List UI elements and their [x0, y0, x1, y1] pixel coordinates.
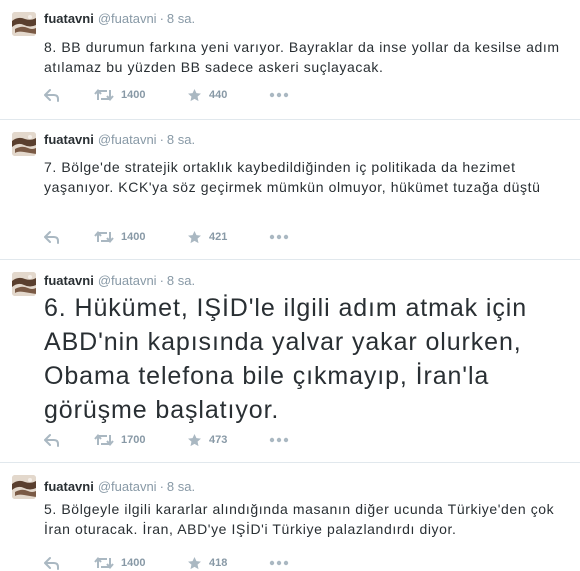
- reply-button[interactable]: [44, 229, 60, 245]
- favorite-button[interactable]: 473: [187, 432, 227, 448]
- reply-icon: [44, 88, 60, 102]
- display-name[interactable]: fuatavni: [44, 11, 94, 26]
- tweet[interactable]: fuatavni @fuatavni · 8 sa. 8. BB durumun fa…: [0, 0, 580, 120]
- tweet-header: fuatavni @fuatavni · 8 sa.: [44, 11, 195, 27]
- favorite-button[interactable]: 418: [187, 555, 227, 571]
- star-icon: [187, 556, 202, 571]
- tweet[interactable]: fuatavni @fuatavni · 8 sa. 6. Hükümet, IŞİD…: [0, 260, 580, 463]
- tweet[interactable]: fuatavni @fuatavni · 8 sa. 7. Bölge'de stra…: [0, 120, 580, 260]
- favorite-count: 440: [209, 89, 228, 101]
- retweet-button[interactable]: 1400: [94, 87, 145, 103]
- avatar[interactable]: [12, 132, 36, 156]
- retweet-icon: [94, 88, 114, 102]
- tweet-header: fuatavni @fuatavni · 8 sa.: [44, 273, 195, 289]
- tweet-text: 7. Bölge'de stratejik ortaklık kaybedild…: [44, 159, 541, 195]
- retweet-count: 1400: [121, 557, 146, 569]
- more-button[interactable]: [269, 432, 289, 448]
- star-icon: [187, 433, 202, 448]
- retweet-count: 1400: [121, 231, 146, 243]
- user-handle[interactable]: @fuatavni: [98, 11, 157, 26]
- reply-icon: [44, 556, 60, 570]
- reply-button[interactable]: [44, 432, 60, 448]
- separator: ·: [159, 479, 164, 494]
- more-icon: [269, 92, 289, 98]
- more-button[interactable]: [269, 229, 289, 245]
- retweet-button[interactable]: 1700: [94, 432, 145, 448]
- more-icon: [269, 437, 289, 443]
- more-button[interactable]: [269, 87, 289, 103]
- separator: ·: [159, 11, 164, 26]
- reply-button[interactable]: [44, 87, 60, 103]
- retweet-button[interactable]: 1400: [94, 229, 145, 245]
- retweet-icon: [94, 556, 114, 570]
- more-button[interactable]: [269, 555, 289, 571]
- favorite-button[interactable]: 440: [187, 87, 227, 103]
- avatar[interactable]: [12, 272, 36, 296]
- retweet-count: 1400: [121, 89, 146, 101]
- avatar[interactable]: [12, 12, 36, 36]
- tweet-text: 6. Hükümet, IŞİD'le ilgili adım atmak iç…: [44, 294, 528, 424]
- display-name[interactable]: fuatavni: [44, 273, 94, 288]
- reply-button[interactable]: [44, 555, 60, 571]
- more-icon: [269, 234, 289, 240]
- favorite-count: 473: [209, 434, 228, 446]
- timestamp[interactable]: 8 sa.: [167, 11, 195, 26]
- user-handle[interactable]: @fuatavni: [98, 479, 157, 494]
- reply-icon: [44, 230, 60, 244]
- avatar[interactable]: [12, 475, 36, 499]
- tweet[interactable]: fuatavni @fuatavni · 8 sa. 5. Bölgeyle ilgi…: [0, 463, 580, 571]
- retweet-count: 1700: [121, 434, 146, 446]
- favorite-count: 421: [209, 231, 228, 243]
- retweet-icon: [94, 433, 114, 447]
- retweet-button[interactable]: 1400: [94, 555, 145, 571]
- star-icon: [187, 230, 202, 245]
- favorite-button[interactable]: 421: [187, 229, 227, 245]
- display-name[interactable]: fuatavni: [44, 132, 94, 147]
- separator: ·: [159, 273, 164, 288]
- user-handle[interactable]: @fuatavni: [98, 132, 157, 147]
- more-icon: [269, 560, 289, 566]
- timestamp[interactable]: 8 sa.: [167, 132, 195, 147]
- star-icon: [187, 88, 202, 103]
- tweet-header: fuatavni @fuatavni · 8 sa.: [44, 479, 195, 495]
- favorite-count: 418: [209, 557, 228, 569]
- reply-icon: [44, 433, 60, 447]
- tweet-text: 5. Bölgeyle ilgili kararlar alındığında …: [44, 501, 555, 537]
- retweet-icon: [94, 230, 114, 244]
- user-handle[interactable]: @fuatavni: [98, 273, 157, 288]
- timestamp[interactable]: 8 sa.: [167, 479, 195, 494]
- separator: ·: [159, 132, 164, 147]
- tweet-text: 8. BB durumun farkına yeni varıyor. Bayr…: [44, 39, 560, 75]
- timestamp[interactable]: 8 sa.: [167, 273, 195, 288]
- tweet-header: fuatavni @fuatavni · 8 sa.: [44, 132, 195, 148]
- display-name[interactable]: fuatavni: [44, 479, 94, 494]
